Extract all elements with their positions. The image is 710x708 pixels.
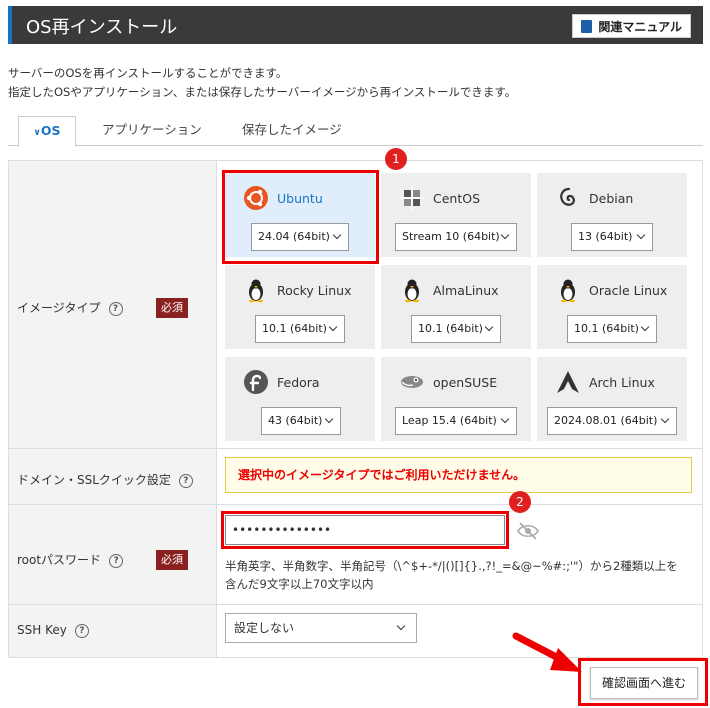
os-name: CentOS — [433, 190, 481, 206]
chevron-down-icon — [396, 621, 406, 631]
os-card-fedora[interactable]: Fedora 43 (64bit) — [225, 357, 375, 441]
manual-button[interactable]: 関連マニュアル — [572, 14, 691, 38]
arch-icon — [557, 371, 579, 393]
root-password-input[interactable]: •••••••••••••• — [225, 515, 505, 545]
help-icon[interactable]: ? — [108, 301, 123, 316]
ubuntu-icon — [244, 186, 268, 210]
chevron-down-icon — [484, 322, 494, 332]
arrow-annotation — [512, 632, 582, 672]
ssh-key-label-cell: SSH Key? — [9, 605, 217, 657]
tab-bar: ∨OS アプリケーション 保存したイメージ — [8, 116, 703, 147]
os-card-almalinux[interactable]: AlmaLinux 10.1 (64bit) — [381, 265, 531, 349]
root-password-label: rootパスワード? — [17, 551, 124, 568]
os-card-ubuntu[interactable]: Ubuntu 24.04 (64bit) — [225, 173, 375, 257]
step-badge-1: 1 — [385, 148, 407, 170]
penguin-icon — [405, 279, 419, 303]
help-icon[interactable]: ? — [178, 473, 193, 488]
os-card-rocky-linux[interactable]: Rocky Linux 10.1 (64bit) — [225, 265, 375, 349]
image-type-label-cell: イメージタイプ? 必須 — [9, 161, 217, 448]
opensuse-icon — [401, 376, 423, 388]
chevron-down-icon — [660, 414, 670, 424]
image-type-label: イメージタイプ? — [17, 299, 123, 316]
tab-saved-image[interactable]: 保存したイメージ — [230, 116, 354, 146]
chevron-down-icon — [500, 230, 510, 240]
manual-button-label: 関連マニュアル — [598, 19, 682, 34]
root-password-row: rootパスワード? 必須 •••••••••••••• 半角英字、半角数字、半… — [9, 491, 702, 605]
version-select[interactable]: 43 (64bit) — [261, 407, 341, 435]
os-name: Arch Linux — [589, 374, 655, 390]
password-rule-text: 半角英字、半角数字、半角記号（\^$+-*/|()[]{}.,?!_=&@~%#… — [225, 559, 678, 591]
penguin-icon — [561, 279, 575, 303]
confirm-button[interactable]: 確認画面へ進む — [590, 667, 698, 699]
os-name: Oracle Linux — [589, 282, 668, 298]
version-select[interactable]: 10.1 (64bit) — [567, 315, 657, 343]
os-name: Fedora — [277, 374, 320, 390]
chevron-down-icon — [324, 414, 334, 424]
os-card-debian[interactable]: Debian 13 (64bit) — [537, 173, 687, 257]
os-name: Ubuntu — [277, 190, 323, 206]
domain-ssl-label-cell: ドメイン・SSLクイック設定? — [9, 449, 217, 504]
tab-os[interactable]: ∨OS — [18, 116, 76, 147]
os-card-opensuse[interactable]: openSUSE Leap 15.4 (64bit) — [381, 357, 531, 441]
os-card-centos[interactable]: CentOS Stream 10 (64bit) — [381, 173, 531, 257]
os-name: Rocky Linux — [277, 282, 352, 298]
description-line-1: サーバーのOSを再インストールすることができます。 — [8, 66, 288, 80]
page-title: OS再インストール — [26, 17, 178, 38]
penguin-icon — [249, 279, 263, 303]
centos-icon — [400, 186, 424, 210]
required-badge: 必須 — [156, 298, 188, 318]
description-line-2: 指定したOSやアプリケーション、または保存したサーバーイメージから再インストール… — [8, 85, 517, 99]
ssh-key-label: SSH Key? — [17, 623, 89, 638]
os-card-oracle-linux[interactable]: Oracle Linux 10.1 (64bit) — [537, 265, 687, 349]
unavailable-warning: 選択中のイメージタイプではご利用いただけません。 — [225, 457, 692, 493]
chevron-down-icon — [328, 322, 338, 332]
image-type-row: イメージタイプ? 必須 Ubuntu 24.04 (64bit) CentOS … — [9, 148, 702, 449]
version-select[interactable]: Stream 10 (64bit) — [395, 223, 517, 251]
chevron-down-icon — [640, 322, 650, 332]
chevron-down-icon — [636, 230, 646, 240]
fedora-icon — [244, 370, 268, 394]
os-card-arch-linux[interactable]: Arch Linux 2024.08.01 (64bit) — [537, 357, 687, 441]
root-password-label-cell: rootパスワード? 必須 — [9, 505, 217, 604]
step-badge-2: 2 — [509, 491, 531, 513]
version-select[interactable]: 10.1 (64bit) — [255, 315, 345, 343]
eye-off-icon[interactable] — [517, 521, 539, 541]
chevron-down-icon — [332, 230, 342, 240]
debian-icon — [560, 187, 575, 206]
help-icon[interactable]: ? — [109, 553, 124, 568]
version-select[interactable]: 13 (64bit) — [571, 223, 653, 251]
version-select[interactable]: 10.1 (64bit) — [411, 315, 501, 343]
domain-ssl-row: ドメイン・SSLクイック設定? 選択中のイメージタイプではご利用いただけません。 — [9, 449, 702, 505]
help-icon[interactable]: ? — [74, 623, 89, 638]
version-select[interactable]: 2024.08.01 (64bit) — [547, 407, 677, 435]
os-name: AlmaLinux — [433, 282, 499, 298]
version-select[interactable]: 24.04 (64bit) — [251, 223, 349, 251]
page-header: OS再インストール 関連マニュアル — [8, 6, 703, 44]
domain-ssl-label: ドメイン・SSLクイック設定? — [17, 471, 193, 488]
required-badge: 必須 — [156, 550, 188, 570]
reinstall-form: イメージタイプ? 必須 Ubuntu 24.04 (64bit) CentOS … — [8, 148, 703, 658]
os-name: openSUSE — [433, 374, 498, 390]
version-select[interactable]: Leap 15.4 (64bit) — [395, 407, 517, 435]
chevron-down-icon — [500, 414, 510, 424]
ssh-key-row: SSH Key? 設定しない — [9, 605, 702, 657]
book-icon — [581, 19, 593, 33]
tab-application[interactable]: アプリケーション — [90, 116, 214, 146]
ssh-key-select[interactable]: 設定しない — [225, 613, 417, 643]
os-name: Debian — [589, 190, 634, 206]
page-description: サーバーのOSを再インストールすることができます。 指定したOSやアプリケーショ… — [8, 64, 516, 102]
